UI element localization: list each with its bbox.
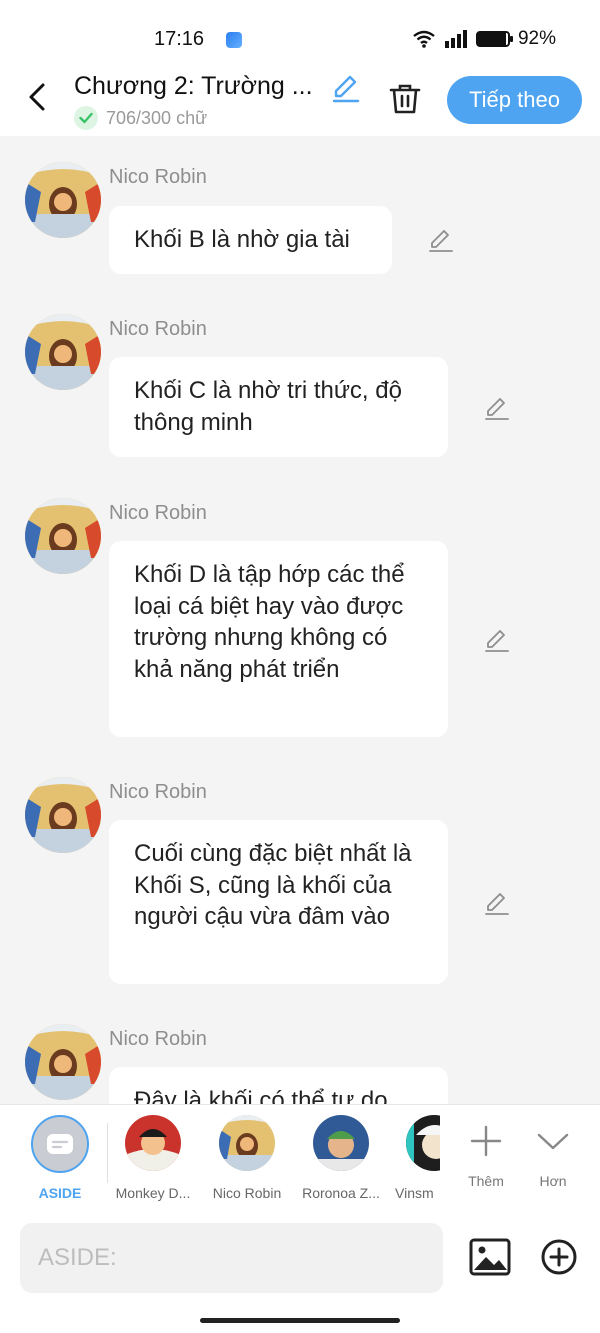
character-name: Roronoa Z...	[302, 1185, 380, 1201]
character-roronoa-z[interactable]: Roronoa Z...	[296, 1115, 386, 1201]
avatar[interactable]	[25, 162, 101, 238]
trash-icon	[389, 84, 421, 114]
back-arrow-icon	[29, 83, 45, 111]
home-indicator	[200, 1318, 400, 1323]
character-nico-robin[interactable]: Nico Robin	[202, 1115, 292, 1201]
more-button[interactable]: Hơn	[523, 1121, 583, 1189]
message-bubble[interactable]: Cuối cùng đặc biệt nhất là Khối S, cũng …	[109, 820, 448, 984]
word-count-row: 706/300 chữ	[74, 106, 207, 130]
battery-percent: 92%	[517, 28, 556, 49]
status-bar: 17:16 92%	[0, 0, 600, 70]
avatar[interactable]	[25, 314, 101, 390]
pencil-icon	[485, 398, 509, 420]
avatar	[125, 1115, 181, 1171]
pencil-icon	[485, 630, 509, 652]
message-input[interactable]	[20, 1223, 443, 1293]
character-name: Monkey D...	[115, 1185, 191, 1201]
sender-name: Nico Robin	[109, 502, 207, 524]
sender-name: Nico Robin	[109, 166, 207, 188]
sender-name: Nico Robin	[109, 1028, 207, 1050]
character-name: Nico Robin	[212, 1185, 282, 1201]
avatar	[406, 1115, 440, 1171]
character-aside[interactable]: ASIDE	[15, 1115, 105, 1201]
insert-image-button[interactable]	[468, 1237, 512, 1277]
sender-name: Nico Robin	[109, 318, 207, 340]
avatar	[313, 1115, 369, 1171]
message-bubble[interactable]: Đây là khối có thể tự do	[109, 1067, 448, 1104]
character-name: ASIDE	[38, 1185, 82, 1201]
battery-fill	[477, 33, 506, 45]
word-count: 706/300 chữ	[106, 107, 208, 128]
avatar[interactable]	[25, 498, 101, 574]
sender-name: Nico Robin	[109, 781, 207, 803]
pencil-icon	[332, 75, 360, 103]
character-bar: ASIDE Monkey D... Nico Robin Roronoa Z..…	[0, 1104, 600, 1211]
status-right: 92%	[412, 28, 556, 50]
character-vinsm[interactable]: Vinsm	[390, 1115, 440, 1201]
add-button[interactable]	[540, 1238, 578, 1276]
plus-icon	[456, 1121, 516, 1161]
avatar[interactable]	[25, 1024, 101, 1100]
delete-button[interactable]	[388, 82, 422, 116]
chat-bubble-icon	[47, 1134, 73, 1154]
add-character-button[interactable]: Thêm	[456, 1121, 516, 1189]
message-list[interactable]: Nico Robin Khối B là nhờ gia tài Nico Ro…	[0, 136, 600, 1104]
avatar[interactable]	[25, 777, 101, 853]
back-button[interactable]	[22, 82, 52, 112]
avatar	[31, 1115, 89, 1173]
chapter-title[interactable]: Chương 2: Trường ...	[74, 72, 313, 101]
add-label: Thêm	[468, 1173, 504, 1189]
message-bubble[interactable]: Khối B là nhờ gia tài	[109, 206, 392, 274]
wifi-icon	[413, 30, 435, 48]
edit-message-button[interactable]	[483, 626, 511, 654]
message-bubble[interactable]: Khối D là tập hớp các thể loại cá biệt h…	[109, 541, 448, 737]
signal-icon	[444, 30, 467, 48]
chevron-down-icon	[523, 1121, 583, 1161]
battery-icon	[475, 31, 513, 47]
pencil-icon	[485, 893, 509, 915]
character-monkey-d[interactable]: Monkey D...	[108, 1115, 198, 1201]
next-button[interactable]: Tiếp theo	[447, 76, 582, 124]
edit-message-button[interactable]	[483, 889, 511, 917]
avatar	[219, 1115, 275, 1171]
message-bubble[interactable]: Khối C là nhờ tri thức, độ thông minh	[109, 357, 448, 457]
app-notification-icon	[226, 32, 242, 48]
edit-message-button[interactable]	[427, 226, 455, 254]
edit-message-button[interactable]	[483, 394, 511, 422]
edit-title-button[interactable]	[330, 72, 362, 104]
image-icon	[469, 1238, 511, 1276]
check-icon	[74, 106, 98, 130]
input-bar	[0, 1211, 600, 1333]
more-label: Hơn	[539, 1173, 567, 1189]
chapter-header: Chương 2: Trường ... 706/300 chữ Tiếp th…	[0, 70, 600, 136]
status-time: 17:16	[154, 28, 205, 50]
character-vinsm-clip: Vinsm	[390, 1115, 440, 1205]
character-name: Vinsm	[395, 1185, 434, 1201]
pencil-icon	[429, 230, 453, 252]
plus-circle-icon	[541, 1239, 577, 1275]
